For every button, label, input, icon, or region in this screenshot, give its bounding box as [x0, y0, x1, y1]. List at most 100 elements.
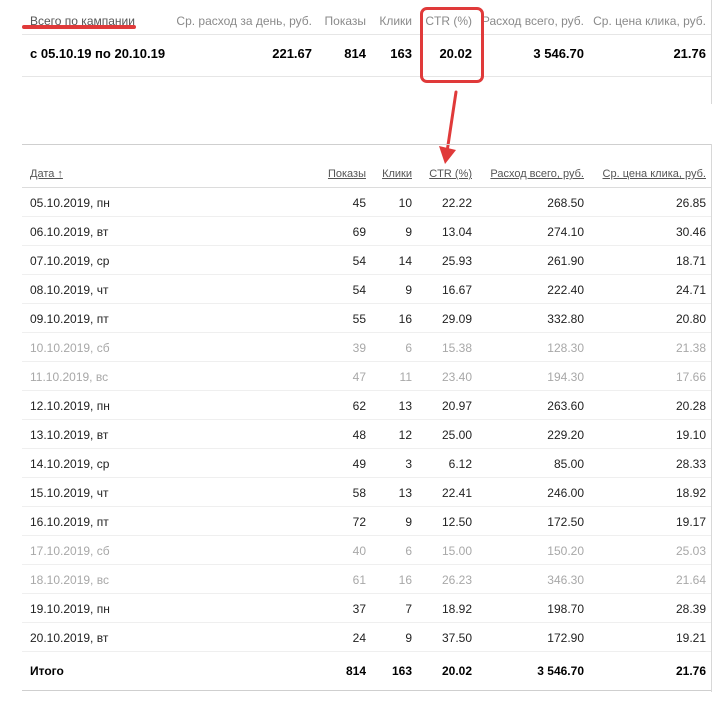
cell-clicks: 12 — [398, 428, 412, 442]
cell-cpc: 30.46 — [675, 225, 706, 239]
table-top-border — [22, 144, 712, 145]
column-header-cpc[interactable]: Ср. цена клика, руб. — [603, 168, 706, 180]
cell-clicks: 6 — [405, 544, 412, 558]
table-row: 12.10.2019, пн 62 13 20.97 263.60 20.28 — [22, 391, 712, 420]
row-divider — [22, 651, 712, 652]
cell-date: 11.10.2019, вс — [30, 370, 109, 384]
column-header-impressions[interactable]: Показы — [328, 168, 366, 180]
cell-impressions: 49 — [352, 457, 366, 471]
summary-total-spend: 3 546.70 — [533, 46, 584, 61]
total-ctr: 20.02 — [441, 664, 472, 678]
summary-impressions: 814 — [344, 46, 366, 61]
column-header-ctr[interactable]: CTR (%) — [429, 168, 472, 180]
cell-impressions: 62 — [352, 399, 366, 413]
table-row: 15.10.2019, чт 58 13 22.41 246.00 18.92 — [22, 478, 712, 507]
cell-spend: 274.10 — [547, 225, 584, 239]
summary-divider — [22, 34, 712, 35]
cell-impressions: 72 — [352, 515, 366, 529]
cell-date: 06.10.2019, вт — [30, 225, 109, 239]
cell-ctr: 37.50 — [441, 631, 472, 645]
cell-cpc: 21.64 — [675, 573, 706, 587]
summary-header-avg-cpc: Ср. цена клика, руб. — [593, 14, 706, 28]
table-row: 14.10.2019, ср 49 3 6.12 85.00 28.33 — [22, 449, 712, 478]
total-clicks: 163 — [391, 664, 412, 678]
summary-header-impressions: Показы — [324, 14, 366, 28]
cell-ctr: 15.38 — [441, 341, 472, 355]
cell-cpc: 19.17 — [675, 515, 706, 529]
cell-cpc: 20.80 — [675, 312, 706, 326]
table-row: 08.10.2019, чт 54 9 16.67 222.40 24.71 — [22, 275, 712, 304]
cell-cpc: 21.38 — [675, 341, 706, 355]
cell-cpc: 24.71 — [675, 283, 706, 297]
cell-spend: 172.90 — [547, 631, 584, 645]
cell-spend: 346.30 — [547, 573, 584, 587]
column-header-spend[interactable]: Расход всего, руб. — [490, 168, 584, 180]
table-row: 18.10.2019, вс 61 16 26.23 346.30 21.64 — [22, 565, 712, 594]
cell-date: 15.10.2019, чт — [30, 486, 109, 500]
summary-right-border — [711, 0, 712, 104]
column-header-clicks[interactable]: Клики — [382, 168, 412, 180]
table-row: 07.10.2019, ср 54 14 25.93 261.90 18.71 — [22, 246, 712, 275]
cell-date: 10.10.2019, сб — [30, 341, 110, 355]
cell-impressions: 47 — [352, 370, 366, 384]
cell-spend: 261.90 — [547, 254, 584, 268]
total-cpc: 21.76 — [675, 664, 706, 678]
cell-impressions: 55 — [352, 312, 366, 326]
cell-date: 12.10.2019, пн — [30, 399, 110, 413]
cell-clicks: 14 — [398, 254, 412, 268]
cell-date: 16.10.2019, пт — [30, 515, 109, 529]
cell-date: 18.10.2019, вс — [30, 573, 109, 587]
cell-cpc: 25.03 — [675, 544, 706, 558]
table-bottom-border — [22, 690, 712, 691]
cell-spend: 222.40 — [547, 283, 584, 297]
cell-cpc: 26.85 — [675, 196, 706, 210]
cell-clicks: 10 — [398, 196, 412, 210]
cell-ctr: 23.40 — [441, 370, 472, 384]
cell-ctr: 12.50 — [441, 515, 472, 529]
cell-date: 07.10.2019, ср — [30, 254, 110, 268]
cell-date: 05.10.2019, пн — [30, 196, 110, 210]
cell-spend: 229.20 — [547, 428, 584, 442]
cell-impressions: 40 — [352, 544, 366, 558]
cell-clicks: 16 — [398, 573, 412, 587]
cell-spend: 332.80 — [547, 312, 584, 326]
cell-spend: 246.00 — [547, 486, 584, 500]
cell-clicks: 16 — [398, 312, 412, 326]
cell-spend: 150.20 — [547, 544, 584, 558]
cell-clicks: 7 — [405, 602, 412, 616]
table-row: 16.10.2019, пт 72 9 12.50 172.50 19.17 — [22, 507, 712, 536]
cell-clicks: 13 — [398, 486, 412, 500]
annotation-ctr-highlight-box — [420, 7, 484, 83]
cell-impressions: 54 — [352, 254, 366, 268]
cell-impressions: 45 — [352, 196, 366, 210]
total-spend: 3 546.70 — [537, 664, 584, 678]
total-impressions: 814 — [345, 664, 366, 678]
campaign-summary: Всего по кампании Ср. расход за день, ру… — [22, 0, 712, 104]
cell-date: 17.10.2019, сб — [30, 544, 110, 558]
cell-impressions: 48 — [352, 428, 366, 442]
table-right-border — [711, 144, 712, 692]
cell-date: 09.10.2019, пт — [30, 312, 109, 326]
cell-clicks: 9 — [405, 283, 412, 297]
cell-ctr: 16.67 — [441, 283, 472, 297]
cell-clicks: 9 — [405, 631, 412, 645]
cell-ctr: 6.12 — [448, 457, 472, 471]
cell-cpc: 18.71 — [675, 254, 706, 268]
table-row: 10.10.2019, сб 39 6 15.38 128.30 21.38 — [22, 333, 712, 362]
cell-date: 13.10.2019, вт — [30, 428, 109, 442]
cell-impressions: 37 — [352, 602, 366, 616]
daily-stats-table: Дата ↑ Показы Клики CTR (%) Расход всего… — [22, 144, 712, 692]
cell-impressions: 24 — [352, 631, 366, 645]
summary-avg-daily: 221.67 — [272, 46, 312, 61]
cell-clicks: 13 — [398, 399, 412, 413]
cell-cpc: 19.10 — [675, 428, 706, 442]
cell-ctr: 15.00 — [441, 544, 472, 558]
cell-clicks: 9 — [405, 225, 412, 239]
cell-impressions: 58 — [352, 486, 366, 500]
column-header-date[interactable]: Дата ↑ — [30, 168, 63, 180]
total-label: Итого — [30, 664, 64, 678]
summary-bottom-divider — [22, 76, 712, 77]
table-row: 13.10.2019, вт 48 12 25.00 229.20 19.10 — [22, 420, 712, 449]
cell-spend: 128.30 — [547, 341, 584, 355]
annotation-underline — [22, 25, 136, 29]
